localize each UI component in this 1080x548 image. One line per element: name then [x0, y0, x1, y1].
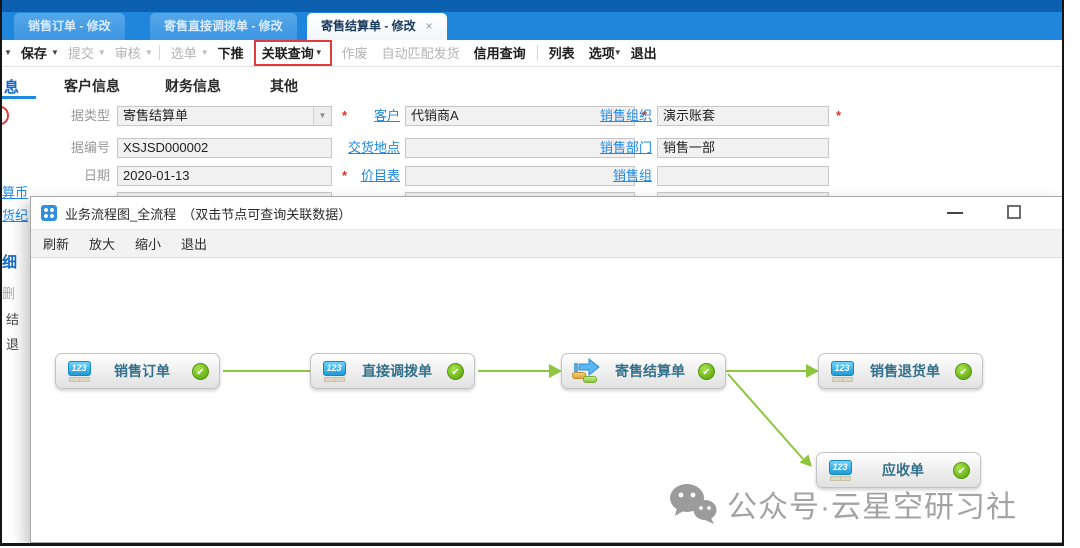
flow-node-receivable[interactable]: 123 应收单 ✔ — [816, 452, 981, 488]
node-label: 直接调拨单 — [347, 361, 447, 381]
settle-fragment: 结 — [6, 309, 19, 328]
push-down-button[interactable]: 下推 — [218, 43, 244, 62]
doc-type-label: 据类型 — [2, 106, 110, 126]
app-window: 销售订单 - 修改 寄售直接调拨单 - 修改 寄售结算单 - 修改 × ▼ 保存 … — [0, 0, 1064, 546]
save-button[interactable]: 保存 — [21, 43, 47, 62]
pick-list-button: 选单 — [171, 43, 197, 62]
doc-type-select[interactable]: 寄售结算单 ▼ — [117, 106, 332, 126]
main-toolbar: ▼ 保存 ▼ 提交 ▼ 审核 ▼ 选单 ▼ 下推 关联查询 ▼ 作废 自动匹配发… — [2, 40, 1062, 65]
divider — [2, 66, 1062, 67]
void-button: 作废 — [342, 43, 368, 62]
refresh-button[interactable]: 刷新 — [43, 234, 69, 253]
tab-label: 寄售结算单 - 修改 — [321, 19, 416, 33]
document-123-icon: 123 — [321, 361, 347, 382]
flow-node-direct-transfer[interactable]: 123 直接调拨单 ✔ — [310, 353, 475, 389]
dialog-hint: （双击节点可查询关联数据） — [182, 204, 351, 223]
detail-section-fragment: 细 — [2, 251, 17, 272]
chevron-down-icon: ▼ — [98, 48, 106, 57]
window-tab-bar: 销售订单 - 修改 寄售直接调拨单 - 修改 寄售结算单 - 修改 × — [2, 12, 1062, 40]
document-123-icon: 123 — [827, 460, 853, 481]
settlement-currency-label-fragment: 算币 — [2, 182, 28, 201]
flow-diagram-icon — [41, 205, 57, 221]
flow-canvas: 公众号·云星空研习社 123 销售订单 ✔ — [31, 258, 1063, 542]
toolbar-separator — [159, 45, 160, 60]
annotation-red-box: 关联查询 ▼ — [254, 40, 332, 66]
link-query-button[interactable]: 关联查询 — [262, 43, 314, 62]
settlement-transfer-icon — [572, 358, 602, 384]
chevron-down-icon: ▼ — [201, 48, 209, 57]
check-icon: ✔ — [447, 363, 464, 380]
sales-dept-field[interactable]: 销售一部 — [657, 138, 829, 158]
sales-org-label-link[interactable]: 销售组织 — [577, 106, 652, 126]
check-icon: ✔ — [698, 363, 715, 380]
document-123-icon: 123 — [829, 361, 855, 382]
toolbar-separator — [537, 45, 538, 60]
title-strip — [2, 0, 1062, 12]
node-label: 寄售结算单 — [602, 361, 698, 381]
price-list-label-link[interactable]: 价目表 — [322, 166, 400, 186]
minimize-icon[interactable] — [947, 212, 963, 214]
exit-button[interactable]: 退出 — [631, 43, 657, 62]
active-tab-underline — [2, 96, 36, 99]
sales-group-label-link[interactable]: 销售组 — [577, 166, 652, 186]
doc-number-field[interactable]: XSJSD000002 — [117, 138, 332, 158]
form-section-tabs: 息 客户信息 财务信息 其他 — [2, 76, 1062, 100]
flow-node-sales-return[interactable]: 123 销售退货单 ✔ — [818, 353, 983, 389]
tab-customer-info[interactable]: 客户信息 — [64, 76, 120, 96]
zoom-out-button[interactable]: 缩小 — [135, 234, 161, 253]
tab-consign-settlement[interactable]: 寄售结算单 - 修改 × — [307, 13, 447, 40]
chevron-down-icon[interactable]: ▼ — [614, 48, 622, 57]
credit-query-button[interactable]: 信用查询 — [474, 43, 526, 62]
chevron-down-icon[interactable]: ▼ — [51, 48, 59, 57]
chevron-down-icon: ▼ — [145, 48, 153, 57]
flow-diagram-dialog: 业务流程图_全流程 （双击节点可查询关联数据） 刷新 放大 缩小 退出 — [30, 196, 1064, 543]
tab-sales-order[interactable]: 销售订单 - 修改 — [14, 13, 125, 40]
sales-org-field[interactable]: 演示账套 — [657, 106, 829, 126]
tab-consign-transfer[interactable]: 寄售直接调拨单 - 修改 — [150, 13, 297, 40]
delivery-label-fragment: 货纪 — [2, 205, 28, 224]
auto-match-button: 自动匹配发货 — [382, 43, 460, 62]
delete-button-fragment: 删 — [2, 283, 15, 302]
doc-number-label: 据编号 — [2, 138, 110, 158]
document-123-icon: 123 — [66, 361, 92, 382]
list-button[interactable]: 列表 — [549, 43, 575, 62]
required-marker: * — [836, 106, 841, 126]
zoom-in-button[interactable]: 放大 — [89, 234, 115, 253]
check-icon: ✔ — [192, 363, 209, 380]
node-label: 销售订单 — [92, 361, 192, 381]
tab-basic-info-partial[interactable]: 息 — [4, 76, 19, 97]
sales-group-field[interactable] — [657, 166, 829, 186]
customer-label-link[interactable]: 客户 — [322, 106, 400, 126]
doc-type-value: 寄售结算单 — [123, 108, 188, 123]
dialog-title: 业务流程图_全流程 — [65, 204, 176, 223]
maximize-icon[interactable] — [1007, 205, 1021, 219]
check-icon: ✔ — [955, 363, 972, 380]
dialog-title-bar[interactable]: 业务流程图_全流程 （双击节点可查询关联数据） — [31, 197, 1063, 229]
chevron-down-icon[interactable]: ▼ — [4, 48, 12, 57]
sales-dept-label-link[interactable]: 销售部门 — [577, 138, 652, 158]
exit-dialog-button[interactable]: 退出 — [181, 234, 207, 253]
flow-node-sales-order[interactable]: 123 销售订单 ✔ — [55, 353, 220, 389]
submit-button: 提交 — [68, 43, 94, 62]
check-icon: ✔ — [953, 462, 970, 479]
audit-button: 审核 — [115, 43, 141, 62]
flow-arrows — [31, 258, 1063, 542]
delivery-place-label-link[interactable]: 交货地点 — [322, 138, 400, 158]
dialog-toolbar: 刷新 放大 缩小 退出 — [31, 229, 1063, 258]
chevron-down-icon[interactable]: ▼ — [315, 48, 323, 57]
tab-other[interactable]: 其他 — [270, 76, 298, 96]
flow-node-consign-settlement[interactable]: 寄售结算单 ✔ — [561, 353, 726, 389]
return-fragment: 退 — [6, 334, 19, 353]
node-label: 销售退货单 — [855, 361, 955, 381]
close-tab-icon[interactable]: × — [426, 19, 433, 33]
options-button[interactable]: 选项 — [589, 43, 615, 62]
date-field[interactable]: 2020-01-13 — [117, 166, 332, 186]
tab-finance-info[interactable]: 财务信息 — [165, 76, 221, 96]
node-label: 应收单 — [853, 460, 953, 480]
